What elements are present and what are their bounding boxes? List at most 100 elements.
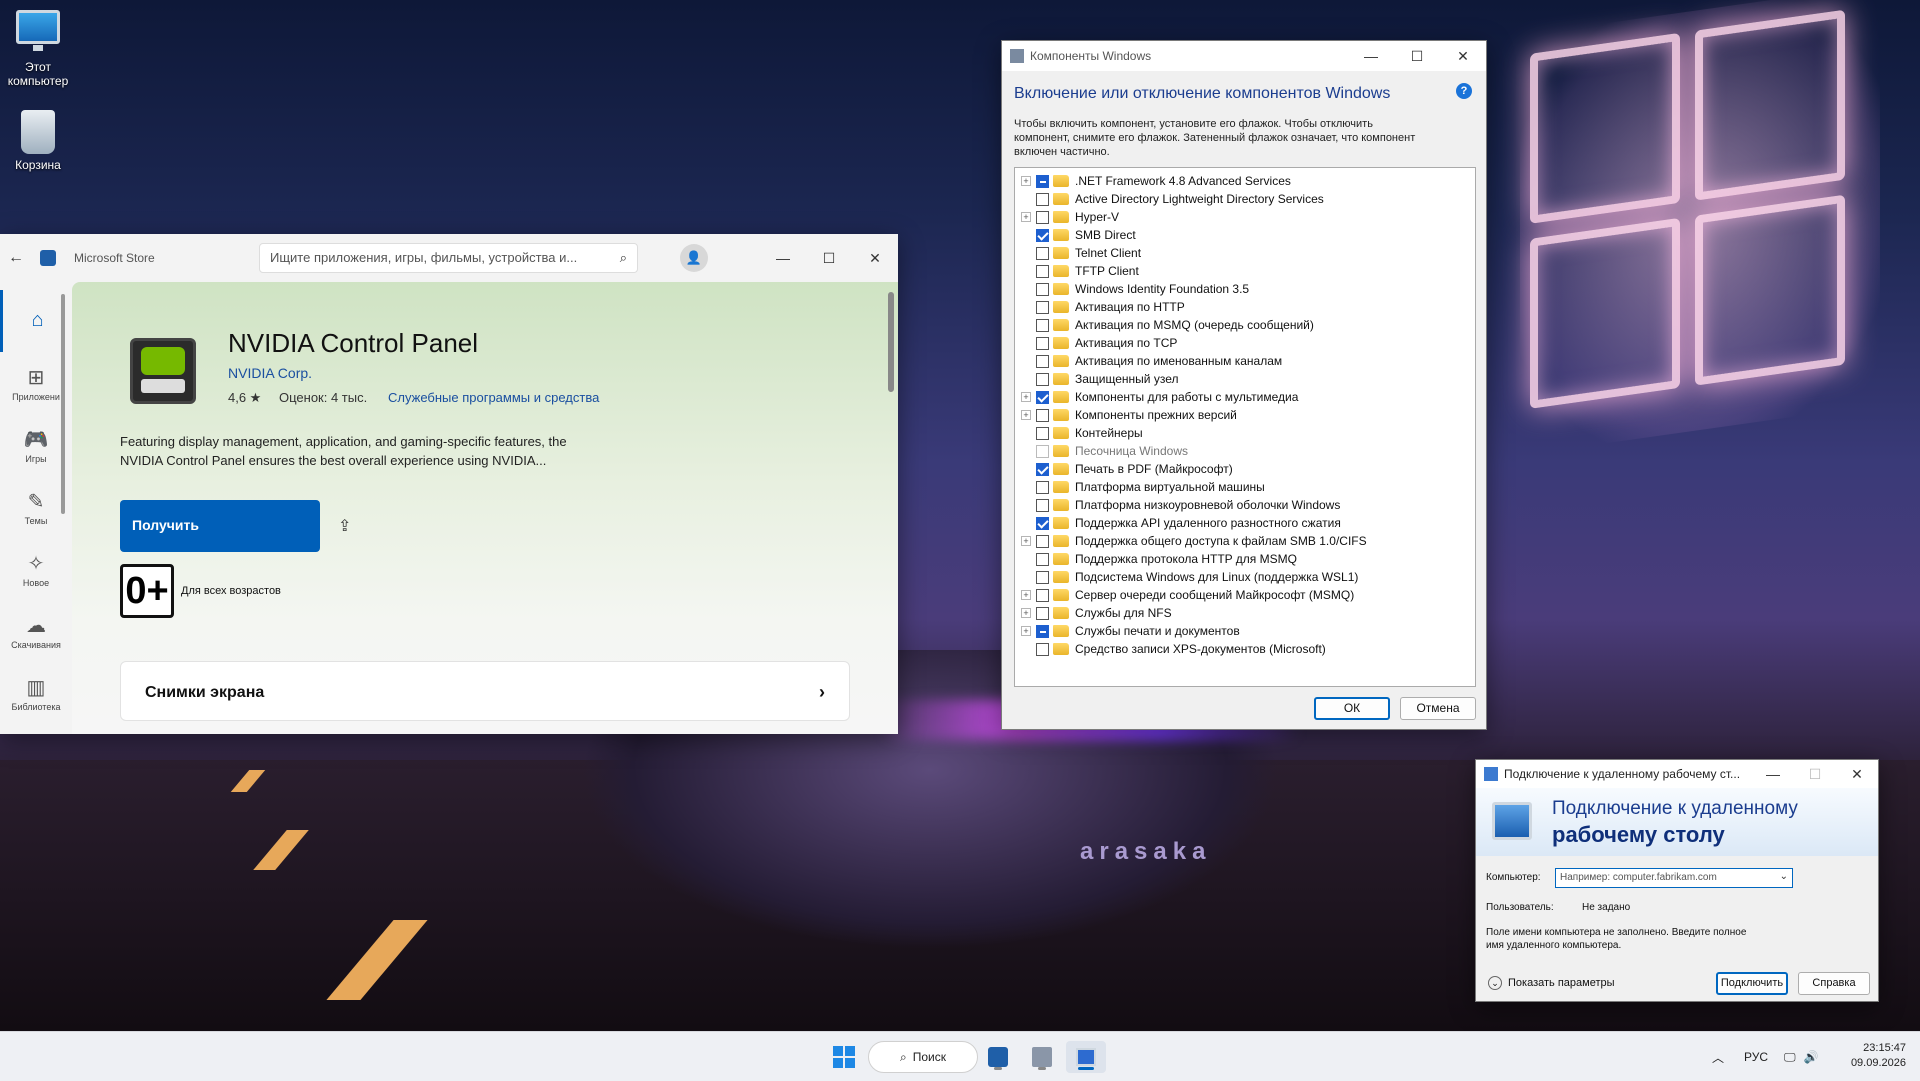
feature-row[interactable]: SMB Direct bbox=[1015, 226, 1475, 244]
help-button[interactable]: Справка bbox=[1798, 972, 1870, 995]
feature-checkbox[interactable] bbox=[1036, 174, 1049, 188]
expand-plus-icon[interactable]: + bbox=[1021, 212, 1031, 222]
expand-plus-icon[interactable]: + bbox=[1021, 176, 1031, 186]
feature-row[interactable]: Платформа виртуальной машины bbox=[1015, 478, 1475, 496]
start-button[interactable] bbox=[826, 1041, 862, 1073]
taskbar-features[interactable] bbox=[1022, 1041, 1062, 1073]
feature-row[interactable]: Подсистема Windows для Linux (поддержка … bbox=[1015, 568, 1475, 586]
feature-checkbox[interactable] bbox=[1036, 606, 1049, 620]
share-icon[interactable]: ⇪ bbox=[338, 516, 351, 536]
nav-downloads[interactable]: ☁ Скачивания bbox=[0, 600, 72, 662]
minimize-button[interactable]: — bbox=[1348, 41, 1394, 71]
language-indicator[interactable]: РУС bbox=[1744, 1050, 1768, 1064]
help-icon[interactable]: ? bbox=[1456, 83, 1472, 99]
connect-button[interactable]: Подключить bbox=[1716, 972, 1788, 995]
feature-row[interactable]: + Компоненты прежних версий bbox=[1015, 406, 1475, 424]
feature-checkbox[interactable] bbox=[1036, 390, 1049, 404]
feature-checkbox[interactable] bbox=[1036, 642, 1049, 656]
screenshots-section[interactable]: Снимки экрана › bbox=[120, 661, 850, 721]
network-icon[interactable]: 🖵 bbox=[1784, 1050, 1796, 1065]
get-button[interactable]: Получить bbox=[120, 500, 320, 552]
feature-row[interactable]: + Сервер очереди сообщений Майкрософт (MS… bbox=[1015, 586, 1475, 604]
expand-plus-icon[interactable]: + bbox=[1021, 608, 1031, 618]
feature-checkbox[interactable] bbox=[1036, 210, 1049, 224]
show-options-toggle[interactable]: ⌄ Показать параметры bbox=[1488, 976, 1615, 990]
chevron-up-icon[interactable]: ︿ bbox=[1712, 1049, 1724, 1066]
feature-checkbox[interactable] bbox=[1036, 264, 1049, 278]
feature-checkbox[interactable] bbox=[1036, 372, 1049, 386]
feature-checkbox[interactable] bbox=[1036, 246, 1049, 260]
feature-row[interactable]: + Hyper-V bbox=[1015, 208, 1475, 226]
taskbar-search[interactable]: ⌕ Поиск bbox=[868, 1041, 978, 1073]
desktop-icon-this-pc[interactable]: Этот компьютер bbox=[0, 10, 76, 88]
feature-row[interactable]: Средство записи XPS-документов (Microsof… bbox=[1015, 640, 1475, 658]
main-scrollbar[interactable] bbox=[888, 292, 894, 392]
feature-row[interactable]: Active Directory Lightweight Directory S… bbox=[1015, 190, 1475, 208]
feature-row[interactable]: Активация по TCP bbox=[1015, 334, 1475, 352]
expand-plus-icon[interactable]: + bbox=[1021, 392, 1031, 402]
expand-plus-icon[interactable]: + bbox=[1021, 410, 1031, 420]
feature-row[interactable]: Telnet Client bbox=[1015, 244, 1475, 262]
feature-checkbox[interactable] bbox=[1036, 228, 1049, 242]
feature-row[interactable]: Контейнеры bbox=[1015, 424, 1475, 442]
feature-row[interactable]: Активация по HTTP bbox=[1015, 298, 1475, 316]
feature-checkbox[interactable] bbox=[1036, 192, 1049, 206]
app-publisher-link[interactable]: NVIDIA Corp. bbox=[228, 365, 312, 381]
minimize-button[interactable]: — bbox=[760, 234, 806, 282]
taskbar-clock[interactable]: 23:15:47 09.09.2026 bbox=[1851, 1041, 1906, 1071]
feature-checkbox[interactable] bbox=[1036, 300, 1049, 314]
feature-row[interactable]: Поддержка протокола HTTP для MSMQ bbox=[1015, 550, 1475, 568]
feature-checkbox[interactable] bbox=[1036, 570, 1049, 584]
close-button[interactable]: ✕ bbox=[852, 234, 898, 282]
feature-row[interactable]: Активация по MSMQ (очередь сообщений) bbox=[1015, 316, 1475, 334]
feature-row[interactable]: + Службы печати и документов bbox=[1015, 622, 1475, 640]
store-search-input[interactable]: Ищите приложения, игры, фильмы, устройст… bbox=[259, 243, 638, 273]
feature-checkbox[interactable] bbox=[1036, 318, 1049, 332]
feature-row[interactable]: Платформа низкоуровневой оболочки Window… bbox=[1015, 496, 1475, 514]
nav-new[interactable]: ✧ Новое bbox=[0, 538, 72, 600]
taskbar-store[interactable] bbox=[978, 1041, 1018, 1073]
close-button[interactable]: ✕ bbox=[1836, 760, 1878, 788]
feature-checkbox[interactable] bbox=[1036, 462, 1049, 476]
feature-checkbox[interactable] bbox=[1036, 408, 1049, 422]
cancel-button[interactable]: Отмена bbox=[1400, 697, 1476, 720]
maximize-button[interactable]: ☐ bbox=[1794, 760, 1836, 788]
taskbar-rdp[interactable] bbox=[1066, 1041, 1106, 1073]
feature-checkbox[interactable] bbox=[1036, 498, 1049, 512]
feature-row[interactable]: Защищенный узел bbox=[1015, 370, 1475, 388]
nav-library[interactable]: ▥ Библиотека bbox=[0, 662, 72, 724]
feature-checkbox[interactable] bbox=[1036, 480, 1049, 494]
sidebar-scrollbar[interactable] bbox=[61, 294, 65, 514]
feature-checkbox[interactable] bbox=[1036, 624, 1049, 638]
feature-checkbox[interactable] bbox=[1036, 534, 1049, 548]
maximize-button[interactable]: ☐ bbox=[1394, 41, 1440, 71]
feature-row[interactable]: Windows Identity Foundation 3.5 bbox=[1015, 280, 1475, 298]
feature-row[interactable]: Активация по именованным каналам bbox=[1015, 352, 1475, 370]
feature-row[interactable]: + .NET Framework 4.8 Advanced Services bbox=[1015, 172, 1475, 190]
minimize-button[interactable]: — bbox=[1752, 760, 1794, 788]
feature-row[interactable]: Песочница Windows bbox=[1015, 442, 1475, 460]
feature-checkbox[interactable] bbox=[1036, 354, 1049, 368]
feature-row[interactable]: + Службы для NFS bbox=[1015, 604, 1475, 622]
volume-icon[interactable]: 🔊 bbox=[1804, 1050, 1819, 1064]
feature-checkbox[interactable] bbox=[1036, 336, 1049, 350]
feature-checkbox[interactable] bbox=[1036, 516, 1049, 530]
maximize-button[interactable]: ☐ bbox=[806, 234, 852, 282]
feature-row[interactable]: Поддержка API удаленного разностного сжа… bbox=[1015, 514, 1475, 532]
feature-row[interactable]: TFTP Client bbox=[1015, 262, 1475, 280]
chevron-down-icon[interactable]: ⌄ bbox=[1780, 871, 1788, 882]
feature-checkbox[interactable] bbox=[1036, 552, 1049, 566]
app-category-link[interactable]: Служебные программы и средства bbox=[388, 390, 599, 405]
feature-row[interactable]: + Компоненты для работы с мультимедиа bbox=[1015, 388, 1475, 406]
feature-row[interactable]: + Поддержка общего доступа к файлам SMB 1… bbox=[1015, 532, 1475, 550]
close-button[interactable]: ✕ bbox=[1440, 41, 1486, 71]
back-arrow-icon[interactable]: ← bbox=[8, 249, 24, 267]
search-icon[interactable]: ⌕ bbox=[620, 250, 627, 266]
expand-plus-icon[interactable]: + bbox=[1021, 536, 1031, 546]
feature-checkbox[interactable] bbox=[1036, 282, 1049, 296]
computer-input[interactable]: Например: computer.fabrikam.com ⌄ bbox=[1555, 868, 1793, 888]
feature-row[interactable]: Печать в PDF (Майкрософт) bbox=[1015, 460, 1475, 478]
account-avatar-button[interactable]: 👤 bbox=[680, 244, 708, 272]
desktop-icon-recycle-bin[interactable]: Корзина bbox=[0, 110, 76, 172]
ok-button[interactable]: ОК bbox=[1314, 697, 1390, 720]
